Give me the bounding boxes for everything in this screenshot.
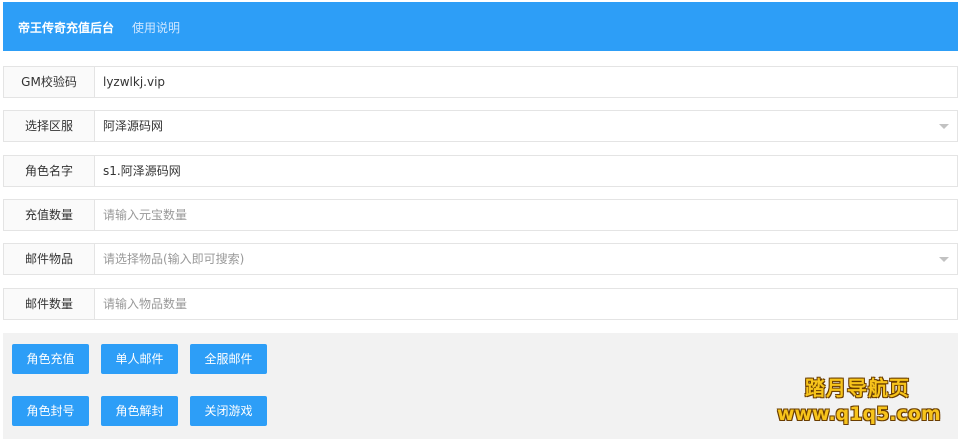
mail-count-input[interactable]: 请输入物品数量 bbox=[103, 289, 187, 319]
recharge-amount-label: 充值数量 bbox=[4, 200, 95, 230]
role-name-input[interactable]: s1.阿泽源码网 bbox=[103, 156, 181, 186]
mail-item-row: 邮件物品 请选择物品(输入即可搜索) bbox=[3, 243, 958, 275]
app-title[interactable]: 帝王传奇充值后台 bbox=[18, 19, 114, 36]
role-recharge-button[interactable]: 角色充值 bbox=[12, 344, 89, 374]
recharge-amount-row: 充值数量 请输入元宝数量 bbox=[3, 199, 958, 231]
server-row: 选择区服 阿泽源码网 bbox=[3, 110, 958, 142]
mail-item-select[interactable]: 请选择物品(输入即可搜索) bbox=[103, 244, 244, 274]
role-name-label: 角色名字 bbox=[4, 156, 95, 186]
recharge-amount-input[interactable]: 请输入元宝数量 bbox=[103, 200, 187, 230]
mail-count-label: 邮件数量 bbox=[4, 289, 95, 319]
watermark-title: 踏月导航页 bbox=[805, 376, 910, 400]
mail-count-row: 邮件数量 请输入物品数量 bbox=[3, 288, 958, 320]
gm-code-row: GM校验码 lyzwlkj.vip bbox=[3, 66, 958, 98]
chevron-down-icon[interactable] bbox=[939, 257, 949, 262]
role-unban-button[interactable]: 角色解封 bbox=[101, 396, 178, 426]
role-name-row: 角色名字 s1.阿泽源码网 bbox=[3, 155, 958, 187]
close-game-button[interactable]: 关闭游戏 bbox=[190, 396, 267, 426]
gm-code-label: GM校验码 bbox=[4, 67, 95, 97]
help-link[interactable]: 使用说明 bbox=[132, 19, 180, 36]
server-label: 选择区服 bbox=[4, 111, 95, 141]
gm-code-input[interactable]: lyzwlkj.vip bbox=[103, 67, 165, 97]
role-ban-button[interactable]: 角色封号 bbox=[12, 396, 89, 426]
watermark-url: www.q1q5.com bbox=[777, 403, 941, 425]
mail-item-label: 邮件物品 bbox=[4, 244, 95, 274]
top-header: 帝王传奇充值后台 使用说明 bbox=[3, 2, 958, 51]
all-server-mail-button[interactable]: 全服邮件 bbox=[190, 344, 267, 374]
single-mail-button[interactable]: 单人邮件 bbox=[101, 344, 178, 374]
chevron-down-icon[interactable] bbox=[939, 124, 949, 129]
server-select[interactable]: 阿泽源码网 bbox=[103, 111, 163, 141]
